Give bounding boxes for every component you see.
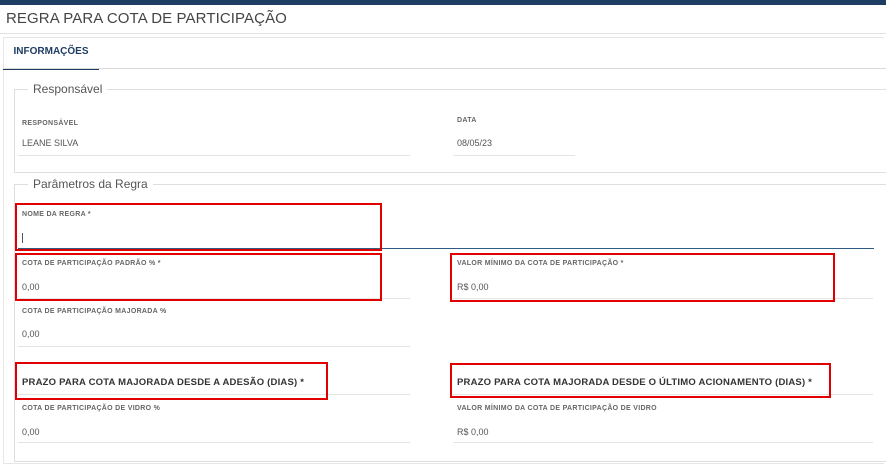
data-underline: [453, 155, 575, 156]
responsavel-value: LEANE SILVA: [22, 138, 79, 148]
valor-minimo-vidro-underline: [453, 442, 873, 443]
highlight-cota-padrao: [15, 253, 382, 301]
responsavel-legend: Responsável: [28, 82, 108, 96]
tab-divider: [3, 68, 886, 69]
highlight-valor-minimo: [450, 253, 835, 302]
top-bar: [0, 0, 886, 5]
cota-majorada-label: COTA DE PARTICIPAÇÃO MAJORADA %: [22, 308, 167, 315]
valor-minimo-vidro-input[interactable]: R$ 0,00: [457, 427, 489, 437]
cota-vidro-underline: [18, 442, 410, 443]
parametros-legend: Parâmetros da Regra: [28, 177, 153, 191]
data-value: 08/05/23: [457, 138, 493, 148]
page-title: REGRA PARA COTA DE PARTICIPAÇÃO: [6, 10, 287, 27]
highlight-nome-regra: [15, 203, 382, 251]
responsavel-label: RESPONSÁVEL: [22, 120, 79, 127]
title-divider: [0, 33, 886, 34]
responsavel-fieldset: [14, 89, 886, 173]
cota-majorada-underline: [18, 346, 410, 347]
cota-majorada-input[interactable]: 0,00: [22, 329, 40, 339]
data-label: DATA: [457, 117, 477, 124]
tab-informacoes[interactable]: INFORMAÇÕES: [3, 38, 99, 70]
responsavel-underline: [18, 155, 410, 156]
valor-minimo-vidro-label: VALOR MÍNIMO DA COTA DE PARTICIPAÇÃO DE …: [457, 405, 657, 412]
cota-vidro-label: COTA DE PARTICIPAÇÃO DE VIDRO %: [22, 405, 161, 412]
cota-vidro-input[interactable]: 0,00: [22, 427, 40, 437]
highlight-prazo-acionamento: [450, 363, 831, 398]
highlight-prazo-adesao: [15, 362, 328, 400]
